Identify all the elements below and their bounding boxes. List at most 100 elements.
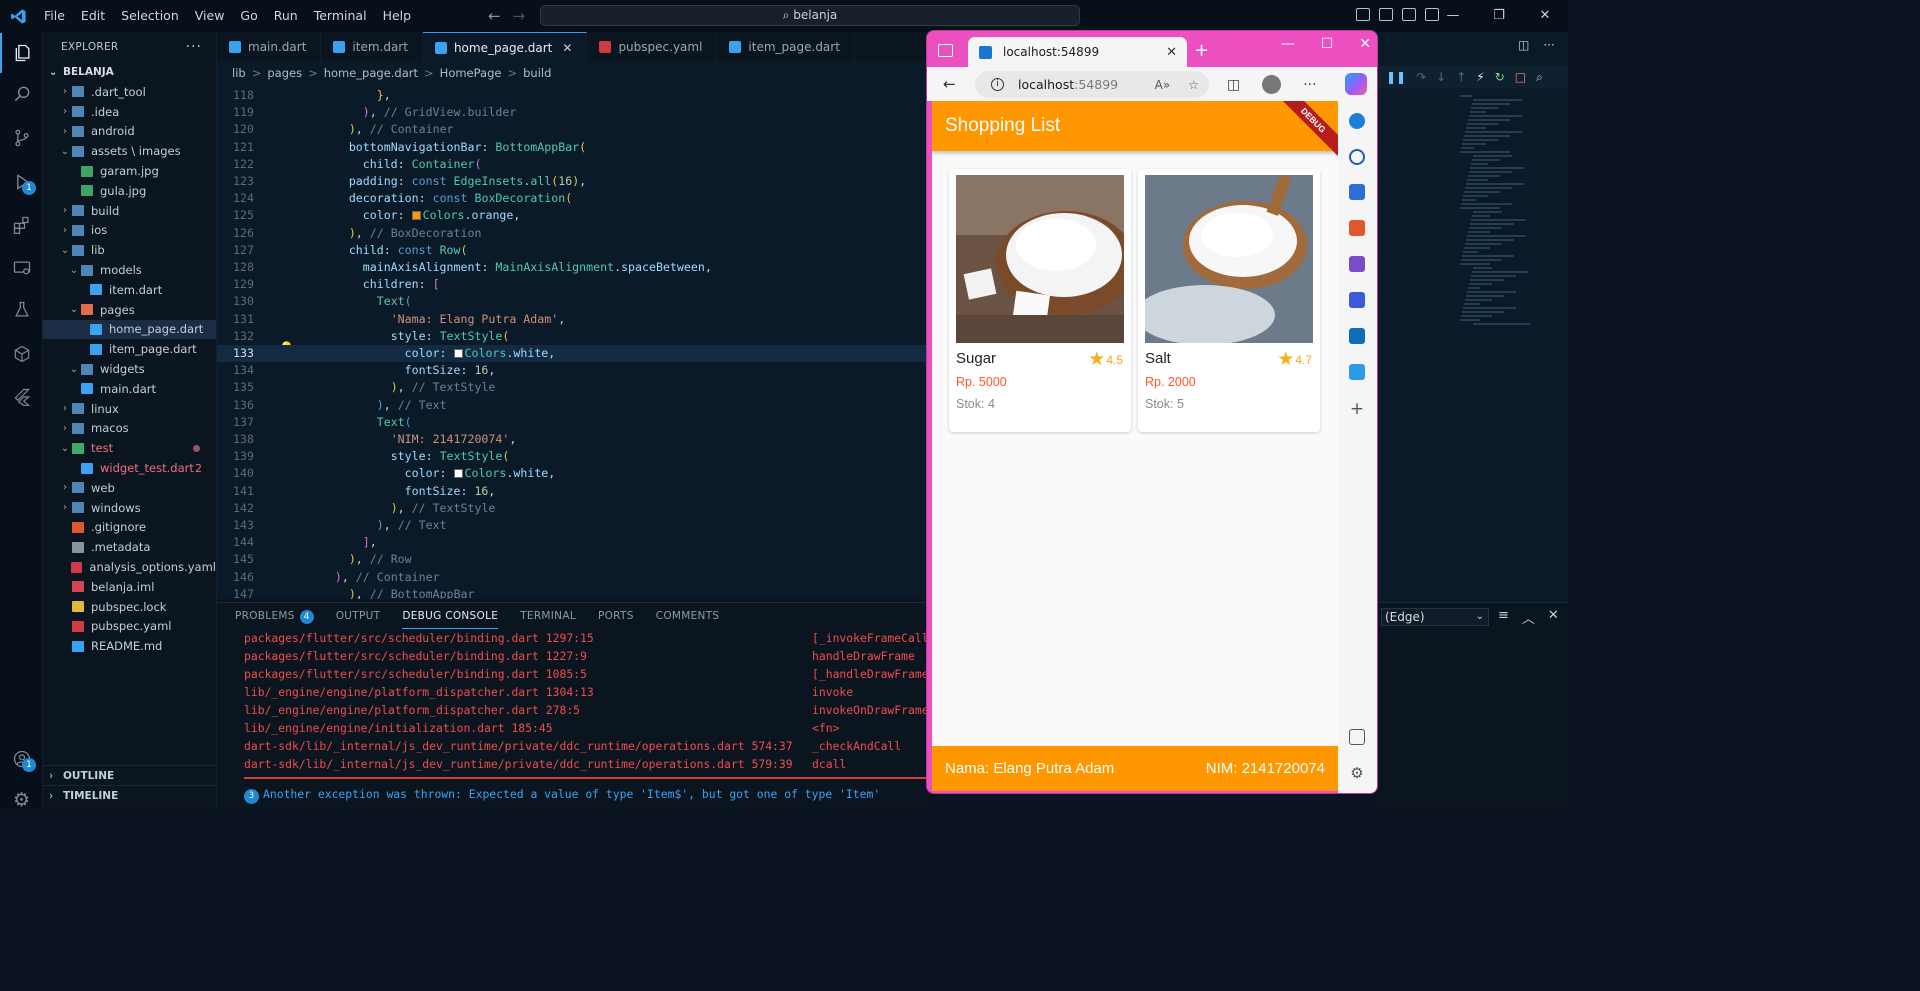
explorer-icon[interactable] [0, 33, 43, 73]
tab-pubspec-yaml[interactable]: pubspec.yaml [587, 32, 718, 62]
accounts-icon[interactable]: 1 [0, 739, 43, 779]
stack-frame-location[interactable]: packages/flutter/src/scheduler/binding.d… [244, 647, 587, 665]
menu-item-edit[interactable]: Edit [73, 0, 113, 32]
site-info-icon[interactable]: i [991, 78, 1004, 91]
tree-item-item-dart[interactable]: item.dart [43, 280, 216, 300]
search-icon[interactable] [1349, 149, 1365, 165]
tree-item-gula-jpg[interactable]: gula.jpg [43, 181, 216, 201]
tree-item-android[interactable]: › android [43, 122, 216, 142]
more-actions-icon[interactable]: ··· [186, 39, 202, 55]
tree-item--dart-tool[interactable]: › .dart_tool [43, 82, 216, 102]
stack-frame-location[interactable]: lib/_engine/engine/initialization.dart 1… [244, 719, 553, 737]
close-window-icon[interactable]: ✕ [1359, 36, 1371, 52]
back-arrow-icon[interactable]: ← [488, 7, 501, 25]
menu-item-run[interactable]: Run [266, 0, 306, 32]
outline-section[interactable]: › OUTLINE [43, 765, 217, 785]
close-window-icon[interactable]: ✕ [1522, 0, 1568, 32]
back-arrow-icon[interactable]: ← [943, 75, 956, 93]
product-card[interactable]: Salt ★ 4.7 Rp. 2000 Stok: 5 [1138, 169, 1320, 432]
tree-item-pages[interactable]: ⌄ pages [43, 300, 216, 320]
tab-item-dart[interactable]: item.dart [321, 32, 423, 62]
stack-frame-location[interactable]: dart-sdk/lib/_internal/js_dev_runtime/pr… [244, 755, 793, 773]
tab-home-page-dart[interactable]: home_page.dart ✕ [422, 32, 588, 62]
copilot-icon[interactable] [1345, 73, 1367, 95]
add-sidebar-app-icon[interactable]: + [1349, 401, 1365, 418]
clear-console-icon[interactable]: ≡ [1498, 608, 1509, 627]
tree-item-test[interactable]: ⌄ test [43, 438, 216, 458]
tab-main-dart[interactable]: main.dart [217, 32, 322, 62]
tree-item-widget-test-dart[interactable]: widget_test.dart 2 [43, 458, 216, 478]
step-into-icon[interactable]: ↓ [1436, 70, 1446, 84]
flutter-icon[interactable] [0, 377, 43, 417]
container-icon[interactable] [0, 334, 43, 374]
shopping-tag-icon[interactable] [1349, 184, 1365, 200]
close-panel-icon[interactable]: ✕ [1548, 608, 1559, 627]
tree-item-readme-md[interactable]: README.md [43, 636, 216, 656]
extensions-icon[interactable] [0, 205, 43, 245]
tree-item-windows[interactable]: › windows [43, 498, 216, 518]
games-icon[interactable] [1349, 256, 1365, 272]
restart-icon[interactable]: ↻ [1495, 70, 1505, 84]
microsoft365-icon[interactable] [1349, 292, 1365, 308]
more-actions-icon[interactable]: ··· [1303, 77, 1316, 93]
tree-item-item-page-dart[interactable]: item_page.dart [43, 339, 216, 359]
tree-item-lib[interactable]: ⌄ lib [43, 240, 216, 260]
close-tab-icon[interactable]: ✕ [562, 41, 572, 55]
panel-tab-output[interactable]: OUTPUT [336, 603, 381, 629]
toggle-panel-icon[interactable] [1379, 8, 1393, 21]
tree-item-main-dart[interactable]: main.dart [43, 379, 216, 399]
menu-item-go[interactable]: Go [232, 0, 265, 32]
timeline-section[interactable]: › TIMELINE [43, 785, 217, 805]
hide-sidebar-icon[interactable] [1349, 729, 1365, 745]
restore-icon[interactable]: ❐ [1476, 0, 1522, 32]
panel-tab-comments[interactable]: COMMENTS [656, 603, 720, 629]
explorer-root-folder[interactable]: ⌄ BELANJA [43, 62, 216, 82]
favorite-star-icon[interactable]: ☆ [1188, 78, 1199, 92]
step-out-icon[interactable]: ↑ [1456, 70, 1466, 84]
split-screen-icon[interactable]: ◫ [1227, 77, 1240, 93]
source-control-icon[interactable] [0, 118, 43, 158]
minimap[interactable] [1460, 95, 1530, 335]
panel-tab-debug-console[interactable]: DEBUG CONSOLE [402, 603, 499, 629]
stack-frame-location[interactable]: lib/_engine/engine/platform_dispatcher.d… [244, 683, 594, 701]
drop-send-icon[interactable] [1349, 364, 1365, 380]
tree-item-linux[interactable]: › linux [43, 399, 216, 419]
tree-item-ios[interactable]: › ios [43, 221, 216, 241]
command-center-search[interactable]: ⌕ belanja [540, 5, 1080, 26]
remote-explorer-icon[interactable] [0, 248, 43, 288]
tab-item-page-dart[interactable]: item_page.dart [717, 32, 855, 62]
product-card[interactable]: Sugar ★ 4.5 Rp. 5000 Stok: 4 [949, 169, 1131, 432]
breadcrumb-item[interactable]: build [523, 66, 551, 80]
tree-item--idea[interactable]: › .idea [43, 102, 216, 122]
stack-frame-location[interactable]: dart-sdk/lib/_internal/js_dev_runtime/pr… [244, 737, 793, 755]
code-editor[interactable]: 💡 118 },119 ), // GridView.builder120 ),… [217, 83, 928, 599]
tree-item-garam-jpg[interactable]: garam.jpg [43, 161, 216, 181]
run-debug-icon[interactable]: 1 [0, 162, 43, 202]
panel-tab-terminal[interactable]: TERMINAL [520, 603, 576, 629]
minimize-icon[interactable]: — [1430, 0, 1476, 32]
settings-gear-icon[interactable]: ⚙ [0, 780, 43, 820]
breadcrumb-item[interactable]: pages [267, 66, 302, 80]
debug-session-select[interactable]: (Edge) ⌄ [1381, 608, 1489, 626]
maximize-icon[interactable]: ☐ [1321, 36, 1334, 52]
address-bar[interactable]: i localhost:54899 A» ☆ [975, 71, 1209, 98]
minimize-icon[interactable]: — [1281, 36, 1295, 52]
split-editor-icon[interactable]: ◫ [1518, 38, 1529, 52]
step-over-icon[interactable]: ↷ [1416, 70, 1426, 84]
stack-frame-location[interactable]: packages/flutter/src/scheduler/binding.d… [244, 665, 587, 683]
stack-frame-location[interactable]: lib/_engine/engine/platform_dispatcher.d… [244, 701, 580, 719]
tree-item-assets-images[interactable]: ⌄ assets \ images [43, 141, 216, 161]
search-icon[interactable] [0, 74, 43, 114]
menu-item-terminal[interactable]: Terminal [306, 0, 375, 32]
menu-item-view[interactable]: View [187, 0, 233, 32]
maximize-panel-icon[interactable]: ︿ [1522, 608, 1535, 627]
stack-frame-location[interactable]: packages/flutter/src/scheduler/binding.d… [244, 629, 594, 647]
tree-item-build[interactable]: › build [43, 201, 216, 221]
tab-actions-icon[interactable] [938, 44, 953, 57]
read-aloud-icon[interactable]: A» [1155, 78, 1171, 92]
hot-reload-icon[interactable]: ⚡ [1476, 70, 1484, 84]
tree-item-models[interactable]: ⌄ models [43, 260, 216, 280]
stop-icon[interactable]: □ [1515, 70, 1526, 84]
breadcrumb-item[interactable]: HomePage [440, 66, 502, 80]
menu-item-selection[interactable]: Selection [113, 0, 187, 32]
